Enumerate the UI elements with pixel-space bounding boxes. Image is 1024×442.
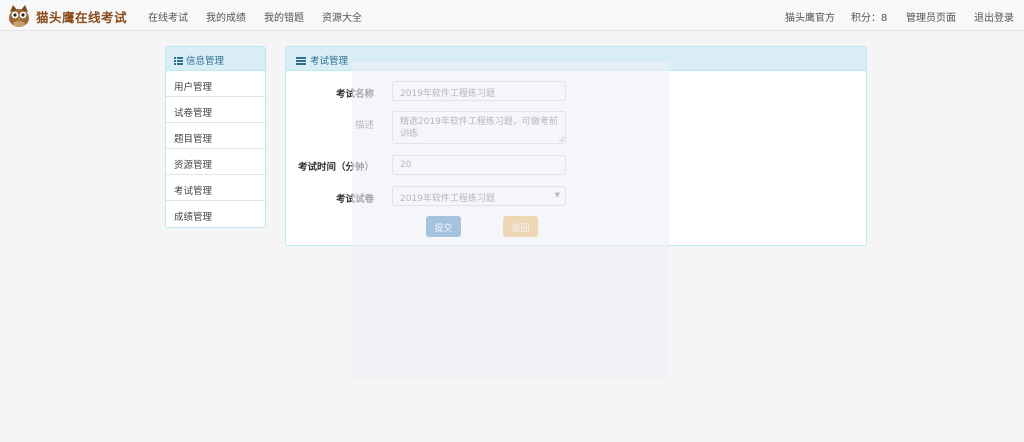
bars-icon (296, 57, 306, 65)
exam-panel: 考试管理 (285, 46, 867, 246)
submit-button[interactable]: 提交 (426, 216, 461, 237)
sidebar-header: 信息管理 (166, 47, 265, 71)
caret-down-icon: ▼ (554, 191, 560, 199)
nav-user-name[interactable]: 猫头鹰官方 (785, 9, 835, 24)
sidebar-item-questions[interactable]: 题目管理 (166, 123, 265, 149)
nav-online-exam[interactable]: 在线考试 (148, 9, 188, 24)
description-text: 精选2019年软件工程练习题，可做考前训练 (400, 117, 558, 139)
exam-name-input[interactable]: 2019年软件工程练习题 (392, 81, 566, 101)
owl-logo-icon[interactable] (6, 3, 32, 28)
panel-title: 考试管理 (310, 56, 349, 67)
sidebar: 信息管理 用户管理 试卷管理 题目管理 资源管理 考试管理 成绩管理 (165, 46, 266, 228)
sidebar-item-scores[interactable]: 成绩管理 (166, 201, 265, 227)
nav-logout[interactable]: 退出登录 (974, 9, 1014, 24)
description-label: 描述 (354, 120, 374, 131)
exam-time-input[interactable]: 20 (392, 155, 566, 175)
exam-paper-value: 2019年软件工程练习题 (400, 194, 495, 204)
back-button[interactable]: 返回 (503, 216, 538, 237)
exam-time-label: 考试时间（分钟） (297, 162, 374, 173)
description-textarea[interactable]: 精选2019年软件工程练习题，可做考前训练 (392, 111, 566, 144)
top-navbar: 猫头鹰在线考试 在线考试 我的成绩 我的错题 资源大全 猫头鹰官方 积分：8 管… (0, 0, 1024, 31)
exam-paper-select[interactable]: 2019年软件工程练习题 ▼ (392, 186, 566, 206)
sidebar-item-papers[interactable]: 试卷管理 (166, 97, 265, 123)
nav-admin-page[interactable]: 管理员页面 (906, 9, 956, 24)
brand-title[interactable]: 猫头鹰在线考试 (36, 7, 127, 26)
nav-my-mistakes[interactable]: 我的错题 (264, 9, 304, 24)
sidebar-item-users[interactable]: 用户管理 (166, 71, 265, 97)
resize-grip-icon[interactable] (558, 136, 564, 142)
nav-my-scores[interactable]: 我的成绩 (206, 9, 246, 24)
sidebar-item-exams[interactable]: 考试管理 (166, 175, 265, 201)
sidebar-item-resources[interactable]: 资源管理 (166, 149, 265, 175)
sidebar-title: 信息管理 (186, 56, 225, 67)
panel-header: 考试管理 (286, 47, 866, 71)
nav-points: 积分：8 (851, 13, 888, 24)
exam-paper-label: 考试试卷 (335, 194, 374, 205)
list-icon (174, 57, 183, 65)
nav-resources[interactable]: 资源大全 (322, 9, 362, 24)
exam-name-label: 考试名称 (335, 89, 374, 100)
